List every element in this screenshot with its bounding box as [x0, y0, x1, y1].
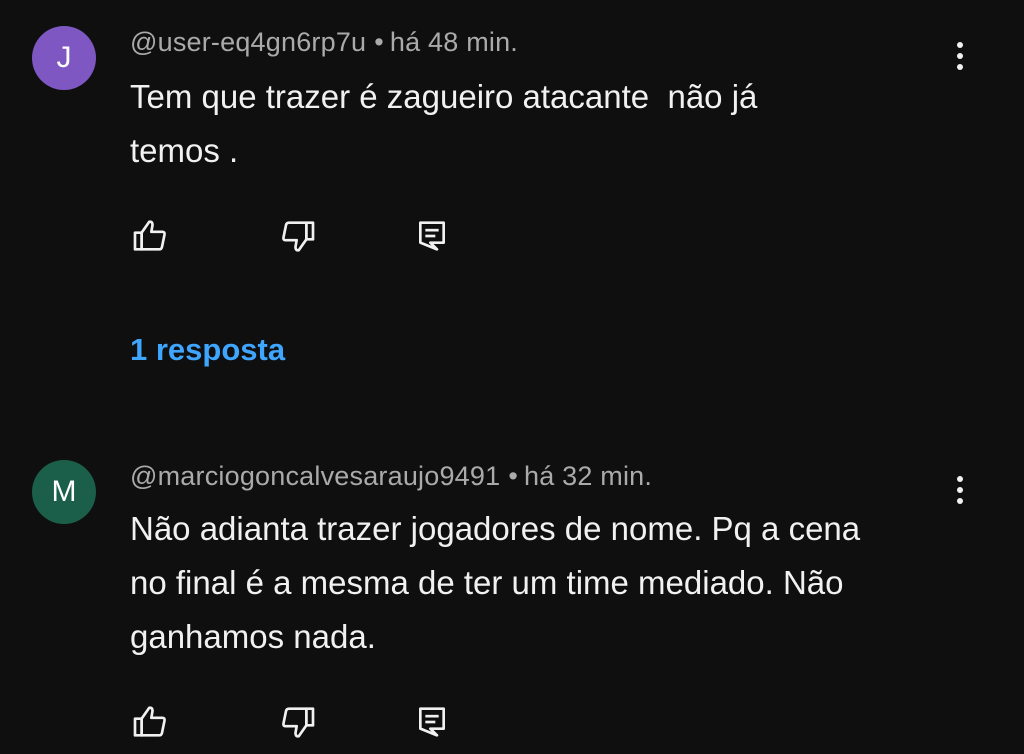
comment-text: Tem que trazer é zagueiro atacante não j…: [130, 78, 758, 169]
like-button[interactable]: [128, 700, 172, 744]
comment-time: há 32 min.: [523, 461, 653, 491]
comment-time: há 48 min.: [389, 27, 518, 57]
thumbs-up-icon: [133, 220, 166, 251]
avatar-letter: M: [51, 475, 77, 508]
meta-separator: •: [374, 27, 384, 57]
thumbs-up-icon: [133, 706, 166, 737]
thumbs-down-icon: [282, 707, 315, 738]
replies-link[interactable]: 1 resposta: [130, 332, 285, 368]
avatar[interactable]: J: [32, 26, 96, 90]
comment-meta: @user-eq4gn6rp7u • há 48 min.: [130, 27, 518, 58]
meta-separator: •: [508, 461, 518, 491]
like-button[interactable]: [128, 214, 172, 258]
comment-reply-icon: [419, 221, 445, 251]
avatar-letter: J: [56, 41, 72, 74]
comment-author[interactable]: @user-eq4gn6rp7u: [130, 27, 366, 57]
avatar[interactable]: M: [32, 460, 96, 524]
dislike-button[interactable]: [276, 700, 320, 744]
comment-meta: @marciogoncalvesaraujo9491 • há 32 min.: [130, 461, 652, 492]
comment-author[interactable]: @marciogoncalvesaraujo9491: [130, 461, 500, 491]
comment-text: Não adianta trazer jogadores de nome. Pq…: [130, 510, 861, 655]
thumbs-down-icon: [282, 221, 315, 252]
reply-button[interactable]: [410, 700, 454, 744]
reply-button[interactable]: [410, 214, 454, 258]
comment-reply-icon: [419, 707, 445, 737]
dislike-button[interactable]: [276, 214, 320, 258]
